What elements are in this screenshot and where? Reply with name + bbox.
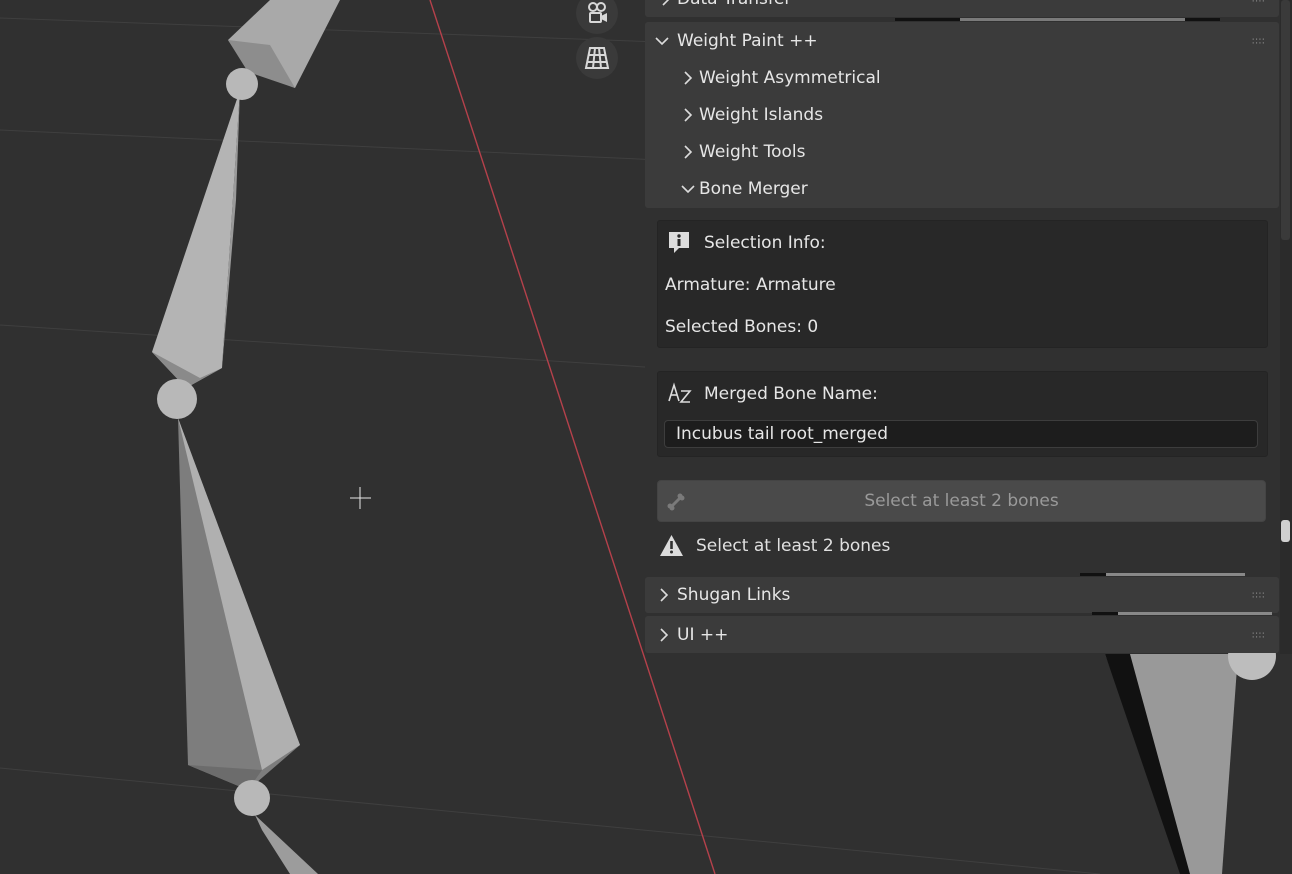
subpanel-label: Bone Merger	[699, 178, 808, 199]
panel-title: UI ++	[677, 624, 729, 645]
sidebar-scrollbar-thumb[interactable]	[1281, 520, 1290, 542]
panel-weight-paint: Weight Paint ++ :::: Weight Asymmetrical…	[645, 22, 1279, 208]
chevron-right-icon	[677, 141, 699, 163]
ortho-toggle-button[interactable]	[576, 37, 618, 79]
panel-underline	[1080, 573, 1106, 576]
info-icon	[667, 230, 691, 258]
chevron-right-icon	[655, 0, 677, 10]
subpanel-label: Weight Islands	[699, 104, 824, 125]
drag-grip-icon[interactable]: ::::	[1252, 0, 1265, 4]
subpanel-label: Weight Tools	[699, 141, 806, 162]
chevron-down-icon	[651, 30, 673, 52]
warning-text: Select at least 2 bones	[696, 536, 891, 556]
warning-icon	[659, 534, 684, 561]
merged-name-value: Incubus tail root_merged	[676, 424, 889, 444]
drag-grip-icon[interactable]: ::::	[1252, 35, 1265, 46]
panel-underline-fill	[960, 18, 1185, 21]
panel-title: Shugan Links	[677, 585, 791, 605]
merged-name-box: Merged Bone Name: Incubus tail root_merg…	[657, 371, 1268, 457]
panel-underline	[1092, 612, 1118, 615]
panel-data-transfer[interactable]: Data Transfer ::::	[645, 0, 1279, 17]
merge-button-label: Select at least 2 bones	[864, 491, 1059, 511]
panel-title: Data Transfer	[677, 0, 791, 9]
chevron-right-icon	[653, 624, 675, 646]
subpanel-weight-tools[interactable]: Weight Tools	[645, 133, 1279, 170]
crosshair-icon	[350, 487, 371, 509]
az-sort-icon	[667, 381, 693, 409]
sidebar-scrollbar-thumb[interactable]	[1281, 0, 1290, 240]
chevron-right-icon	[677, 104, 699, 126]
merged-name-title: Merged Bone Name:	[704, 384, 878, 404]
camera-icon	[588, 2, 607, 23]
selection-info-title: Selection Info:	[704, 233, 826, 253]
chevron-right-icon	[653, 584, 675, 606]
panel-ui-plus[interactable]: UI ++ ::::	[645, 616, 1279, 653]
drag-grip-icon[interactable]: ::::	[1252, 629, 1265, 640]
merge-bones-button[interactable]: Select at least 2 bones	[657, 480, 1266, 522]
grid-icon	[584, 47, 610, 69]
subpanel-label: Weight Asymmetrical	[699, 67, 881, 88]
panel-title: Weight Paint ++	[677, 30, 818, 51]
selected-bones-text: Selected Bones: 0	[665, 317, 819, 337]
chevron-right-icon	[677, 67, 699, 89]
merged-name-input[interactable]: Incubus tail root_merged	[664, 420, 1258, 448]
subpanel-weight-islands[interactable]: Weight Islands	[645, 96, 1279, 133]
panel-weight-paint-header[interactable]: Weight Paint ++ ::::	[645, 22, 1279, 59]
subpanel-bone-merger[interactable]: Bone Merger	[645, 170, 1279, 207]
subpanel-weight-asymmetrical[interactable]: Weight Asymmetrical	[645, 59, 1279, 96]
selection-info-box: Selection Info: Armature: Armature Selec…	[657, 220, 1268, 348]
panel-shugan-links[interactable]: Shugan Links ::::	[645, 577, 1279, 613]
armature-text: Armature: Armature	[665, 275, 836, 295]
drag-grip-icon[interactable]: ::::	[1252, 590, 1265, 601]
panel-underline	[1092, 612, 1272, 615]
chevron-down-icon	[677, 178, 699, 200]
bone-icon	[666, 492, 686, 517]
